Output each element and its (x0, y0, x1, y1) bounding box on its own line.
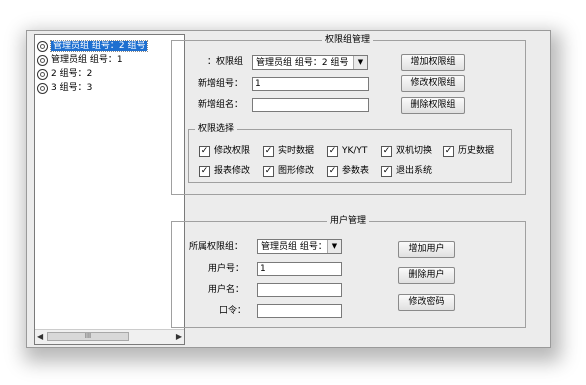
user-group-select-value: 管理员组 组号： (261, 242, 327, 252)
group-select-label: ：权限组 (207, 57, 244, 67)
user-group-select[interactable]: 管理员组 组号： ▼ (257, 239, 342, 254)
chevron-down-icon[interactable]: ▼ (353, 56, 367, 69)
user-name-input[interactable] (257, 283, 342, 297)
permission-selection-panel: 权限选择 ✓ 修改权限 ✓ 实时数据 ✓ YK/YT ✓ 双机切换 ✓ 历史数据 ✓ 报表修… (188, 124, 512, 183)
user-name-label: 用户名： (208, 285, 245, 295)
check-icon: ✓ (327, 166, 338, 177)
group-node-icon (37, 54, 48, 66)
perm-dual-switch-checkbox[interactable]: ✓ 双机切换 (381, 146, 432, 158)
group-select-value: 管理员组 组号：2 组号 (256, 58, 349, 68)
checkbox-label: 历史数据 (458, 146, 495, 156)
scroll-left-icon[interactable]: ◀ (37, 332, 43, 341)
perm-history-data-checkbox[interactable]: ✓ 历史数据 (443, 146, 494, 158)
checkbox-label: 参数表 (342, 166, 370, 176)
checkbox-label: 图形修改 (278, 166, 315, 176)
check-icon: ✓ (199, 146, 210, 157)
modify-group-button[interactable]: 修改权限组 (401, 75, 465, 92)
check-icon: ✓ (381, 166, 392, 177)
checkbox-label: YK/YT (342, 146, 368, 156)
tree-item-label: 管理员组 组号：1 (51, 55, 123, 65)
perm-ykyt-checkbox[interactable]: ✓ YK/YT (327, 146, 367, 158)
perm-report-edit-checkbox[interactable]: ✓ 报表修改 (199, 166, 250, 178)
delete-group-button[interactable]: 删除权限组 (401, 97, 465, 114)
tree-item-label: 管理员组 组号：2 组号 (49, 40, 149, 52)
change-password-button[interactable]: 修改密码 (398, 294, 455, 311)
user-management-title: 用户管理 (327, 216, 370, 226)
tree-item-group-3[interactable]: 3 组号：3 (37, 82, 92, 94)
password-label: 口令： (219, 306, 247, 316)
tree-item-group-1[interactable]: 管理员组 组号：1 (37, 54, 123, 66)
tree-item-label: 3 组号：3 (51, 83, 93, 93)
permission-selection-title: 权限选择 (195, 124, 238, 134)
new-group-id-label: 新增组号： (198, 79, 244, 89)
password-input[interactable] (257, 304, 342, 318)
check-icon: ✓ (199, 166, 210, 177)
perm-modify-permission-checkbox[interactable]: ✓ 修改权限 (199, 146, 250, 158)
tree-item-group-0[interactable]: 管理员组 组号：2 组号 (37, 40, 149, 52)
check-icon: ✓ (263, 146, 274, 157)
perm-graphic-edit-checkbox[interactable]: ✓ 图形修改 (263, 166, 314, 178)
tree-item-group-2[interactable]: 2 组号：2 (37, 68, 92, 80)
tree-item-label: 2 组号：2 (51, 69, 93, 79)
scroll-thumb[interactable]: III (47, 332, 129, 341)
user-id-label: 用户号： (208, 264, 245, 274)
add-group-button[interactable]: 增加权限组 (401, 54, 465, 71)
delete-user-button[interactable]: 删除用户 (398, 267, 455, 284)
check-icon: ✓ (381, 146, 392, 157)
user-id-input[interactable]: 1 (257, 262, 342, 276)
new-group-name-input[interactable] (252, 98, 369, 112)
checkbox-label: 退出系统 (396, 166, 433, 176)
checkbox-label: 修改权限 (214, 146, 251, 156)
permission-dialog: 管理员组 组号：2 组号 管理员组 组号：1 2 组号：2 3 组号：3 ◀ I… (26, 30, 551, 348)
check-icon: ✓ (327, 146, 338, 157)
horizontal-scrollbar[interactable]: ◀ III ▶ (35, 329, 184, 344)
user-management-panel: 用户管理 所属权限组： 管理员组 组号： ▼ 用户号： 1 用户名： 口令： 增… (171, 216, 526, 328)
checkbox-label: 报表修改 (214, 166, 251, 176)
add-user-button[interactable]: 增加用户 (398, 241, 455, 258)
permission-group-panel: 权限组管理 ：权限组 管理员组 组号：2 组号 ▼ 新增组号： 1 新增组名： … (171, 35, 526, 195)
group-tree[interactable]: 管理员组 组号：2 组号 管理员组 组号：1 2 组号：2 3 组号：3 ◀ I… (34, 34, 185, 345)
perm-realtime-data-checkbox[interactable]: ✓ 实时数据 (263, 146, 314, 158)
checkbox-label: 实时数据 (278, 146, 315, 156)
group-node-icon (37, 68, 48, 80)
new-group-name-label: 新增组名： (198, 100, 244, 110)
group-node-icon (37, 40, 48, 52)
checkbox-label: 双机切换 (396, 146, 433, 156)
check-icon: ✓ (263, 166, 274, 177)
user-group-label: 所属权限组： (189, 242, 244, 252)
check-icon: ✓ (443, 146, 454, 157)
new-group-id-input[interactable]: 1 (252, 77, 369, 91)
permission-group-title: 权限组管理 (322, 35, 374, 45)
perm-exit-system-checkbox[interactable]: ✓ 退出系统 (381, 166, 432, 178)
scroll-right-icon[interactable]: ▶ (176, 332, 182, 341)
chevron-down-icon[interactable]: ▼ (327, 240, 341, 253)
group-node-icon (37, 82, 48, 94)
group-select[interactable]: 管理员组 组号：2 组号 ▼ (252, 55, 368, 70)
perm-param-table-checkbox[interactable]: ✓ 参数表 (327, 166, 369, 178)
